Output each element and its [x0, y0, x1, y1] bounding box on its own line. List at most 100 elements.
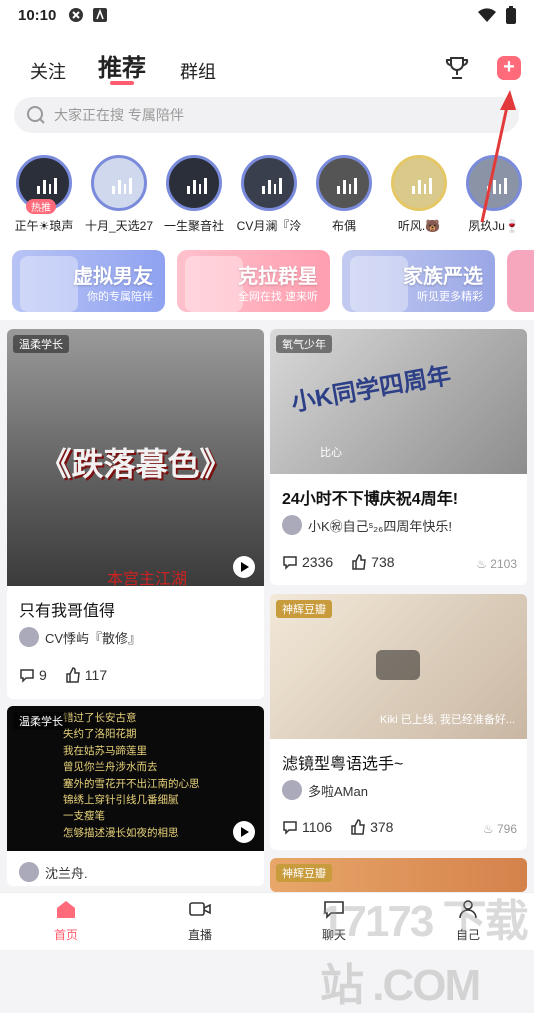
active-tab-indicator: [110, 81, 134, 85]
live-user[interactable]: 夙玖Ju🍷: [464, 155, 524, 234]
like-count: 378: [370, 819, 394, 835]
like-count: 738: [371, 554, 395, 570]
like-stat[interactable]: 378: [350, 819, 393, 835]
tab-live[interactable]: 直播: [170, 899, 230, 943]
comment-count: 9: [39, 667, 47, 683]
live-user-name: 夙玖Ju🍷: [468, 219, 520, 233]
wifi-icon: [478, 8, 496, 22]
banner-subtitle: 全网在找 速来听: [237, 291, 318, 303]
post-author[interactable]: 多啦AMan: [282, 780, 368, 800]
avatar: [316, 155, 372, 211]
live-user[interactable]: 听风.🐻: [389, 155, 449, 234]
post-tag: 氧气少年: [276, 335, 332, 353]
lyric-line: 错过了长安古意: [63, 712, 137, 724]
flame-icon: ♨: [476, 557, 491, 571]
live-user[interactable]: 热推 正午☀琅声: [14, 155, 74, 234]
comment-icon: [283, 821, 297, 835]
post-author[interactable]: CV悸屿『散修』: [19, 627, 141, 647]
hot-count: ♨ 2103: [476, 557, 517, 571]
comment-stat[interactable]: 1106: [282, 819, 332, 835]
post-stats: 2336 738: [282, 554, 395, 570]
author-name: CV悸屿『散修』: [45, 630, 142, 646]
banner-subtitle: 听见更多精彩: [417, 291, 483, 303]
banner-stars[interactable]: 克拉群星 全网在找 速来听: [177, 250, 330, 312]
avatar: [19, 862, 39, 882]
battery-icon: [506, 6, 516, 24]
live-user[interactable]: 十月_天选27: [85, 155, 153, 234]
tab-label: 首页: [53, 928, 78, 942]
banner-subtitle: 你的专属陪伴: [87, 291, 153, 303]
live-bars-icon: [337, 178, 357, 194]
post-card[interactable]: 《跌落暮色》 本宫主江湖 温柔学长 只有我哥值得 CV悸屿『散修』 9 117: [7, 329, 264, 699]
banner-next[interactable]: [507, 250, 534, 312]
live-user[interactable]: CV月澜『泠: [237, 155, 301, 234]
comment-icon: [20, 669, 34, 683]
play-icon[interactable]: [233, 821, 255, 843]
post-card[interactable]: 错过了长安古意 失约了洛阳花期 我在姑苏马蹄莲里 曾见你兰舟涉水而去 塞外的雪花…: [7, 706, 264, 886]
lyric-line: 我在姑苏马蹄莲里: [63, 744, 147, 757]
post-author[interactable]: 小K㊗自己ˢ₂₆四周年快乐!: [282, 515, 452, 535]
app-notification-icon: [69, 8, 84, 22]
banner-family[interactable]: 家族严选 听见更多精彩: [342, 250, 495, 312]
comment-count: 1106: [302, 819, 333, 835]
avatar: [466, 155, 522, 211]
tab-follow[interactable]: 关注: [30, 58, 66, 84]
live-bars-icon: [112, 178, 132, 194]
post-author[interactable]: 沈兰舟.: [19, 862, 88, 882]
post-image-subtext: 本宫主江湖: [107, 571, 188, 588]
live-bars-icon: [187, 178, 207, 194]
lyric-lines: 错过了长安古意 失约了洛阳花期 我在姑苏马蹄莲里 曾见你兰舟涉水而去 塞外的雪花…: [63, 710, 200, 841]
tab-label: 直播: [187, 928, 212, 942]
author-name: 小K㊗自己ˢ₂₆四周年快乐!: [308, 518, 452, 534]
avatar: [282, 515, 302, 535]
search-bar[interactable]: 大家正在搜 专属陪伴: [14, 97, 519, 133]
banner-image: [20, 256, 78, 312]
post-tag: 神辉豆瓣: [276, 600, 332, 618]
hot-count-value: 796: [496, 822, 517, 836]
thumbs-up-icon: [351, 819, 365, 835]
trophy-icon[interactable]: [444, 55, 470, 81]
live-bars-icon: [487, 178, 507, 194]
live-user-name: 十月_天选27: [84, 219, 154, 233]
post-stats: 9 117: [19, 667, 107, 683]
author-name: 多啦AMan: [308, 783, 368, 799]
site-watermark: 17173 下载站 .COM: [320, 897, 529, 1010]
comment-icon: [283, 556, 297, 570]
lyric-line: 失约了洛阳花期: [63, 728, 137, 741]
video-icon: [376, 650, 420, 680]
post-card[interactable]: 小K同学四周年 比心 氧气少年 24小时不下博庆祝4周年! 小K㊗自己ˢ₂₆四周…: [270, 329, 527, 585]
like-stat[interactable]: 117: [65, 667, 107, 683]
play-icon[interactable]: [233, 556, 255, 578]
create-button[interactable]: +: [497, 56, 521, 80]
post-title: 滤镜型粤语选手~: [282, 756, 404, 773]
avatar: [282, 780, 302, 800]
banner-virtual-boyfriend[interactable]: 虚拟男友 你的专属陪伴: [12, 250, 165, 312]
author-name: 沈兰舟.: [45, 865, 88, 881]
search-placeholder: 大家正在搜 专属陪伴: [54, 107, 184, 123]
live-user[interactable]: 布偶: [314, 155, 374, 234]
lyric-line: 曾见你兰舟涉水而去: [63, 761, 158, 774]
banner-title: 克拉群星: [238, 266, 318, 288]
hot-count-value: 2103: [490, 557, 517, 571]
comment-stat[interactable]: 9: [19, 667, 47, 683]
live-user-name: 布偶: [331, 219, 356, 233]
post-title: 24小时不下博庆祝4周年!: [282, 491, 459, 508]
live-user[interactable]: 一生聚音社: [164, 155, 224, 234]
comment-stat[interactable]: 2336: [282, 554, 333, 570]
post-tag: 神辉豆瓣: [276, 864, 332, 882]
tab-groups[interactable]: 群组: [180, 58, 216, 84]
post-card[interactable]: Kiki 已上线, 我已经准备好... 神辉豆瓣 滤镜型粤语选手~ 多啦AMan…: [270, 594, 527, 850]
avatar: [166, 155, 222, 211]
live-user-name: 听风.🐻: [397, 219, 441, 233]
status-bar: 10:10: [0, 0, 534, 30]
avatar: [391, 155, 447, 211]
like-count: 117: [84, 667, 108, 683]
live-user-name: 一生聚音社: [163, 219, 224, 233]
live-bars-icon: [262, 178, 282, 194]
home-icon: [57, 901, 75, 918]
like-stat[interactable]: 738: [351, 554, 395, 570]
status-time: 10:10: [18, 6, 57, 24]
tab-home[interactable]: 首页: [36, 899, 96, 943]
banner-image: [185, 256, 243, 312]
tab-recommend[interactable]: 推荐: [98, 48, 146, 83]
